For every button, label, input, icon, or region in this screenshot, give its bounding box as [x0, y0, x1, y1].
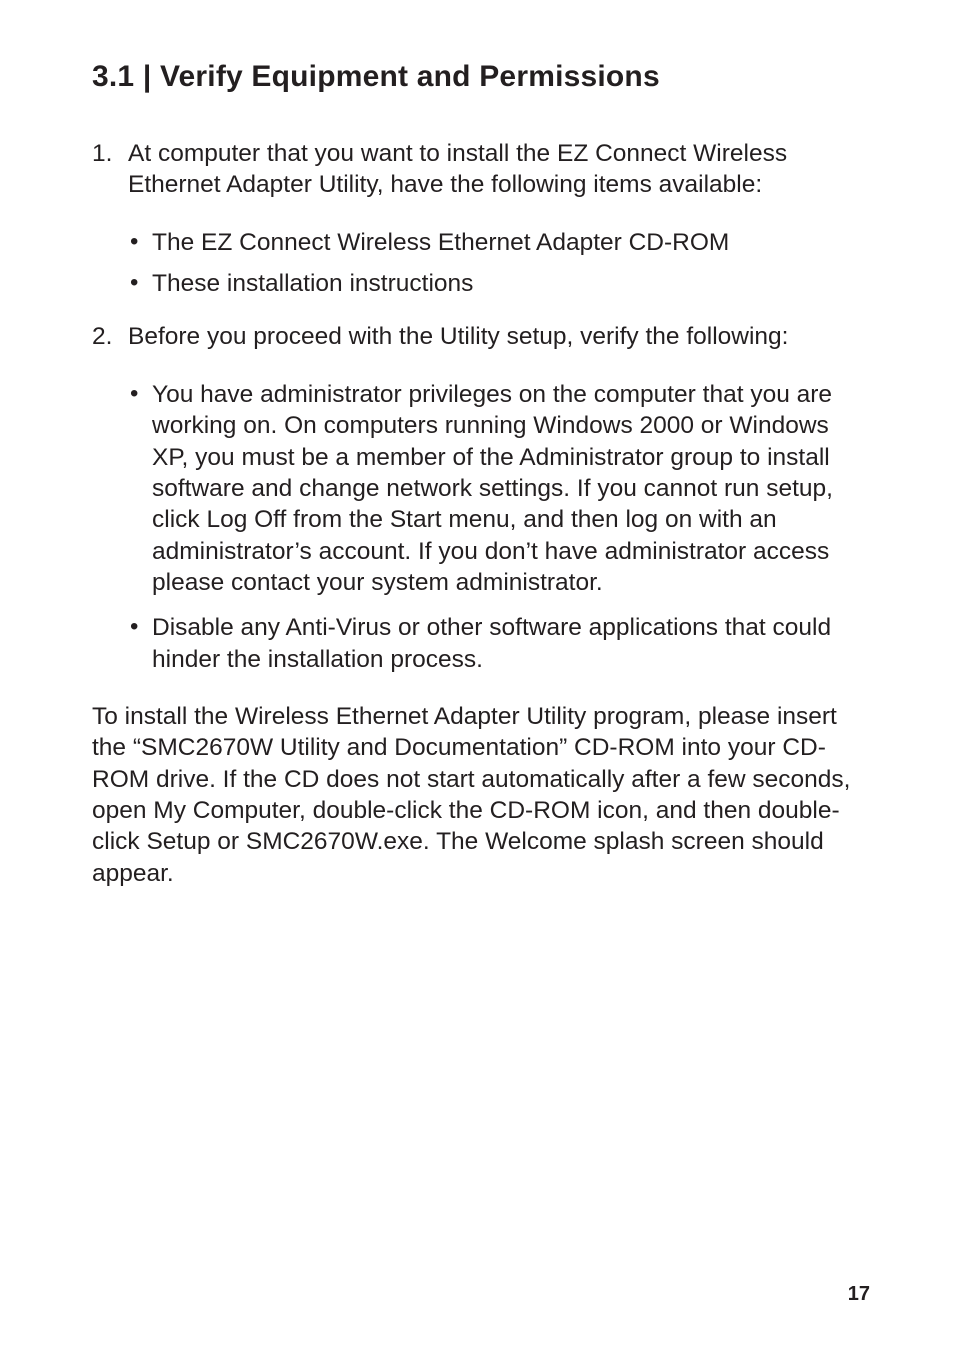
section-heading: 3.1 | Verify Equipment and Permissions — [92, 60, 870, 94]
sub-list: The EZ Connect Wireless Ethernet Adapter… — [128, 227, 870, 300]
page-number: 17 — [848, 1283, 870, 1306]
sub-list: You have administrator privileges on the… — [128, 379, 870, 675]
list-item-text: Before you proceed with the Utility setu… — [128, 323, 788, 350]
list-item: At computer that you want to install the… — [92, 138, 870, 299]
page-content: 3.1 | Verify Equipment and Permissions A… — [0, 0, 954, 889]
list-item-text: At computer that you want to install the… — [128, 140, 787, 198]
list-item: Before you proceed with the Utility setu… — [92, 321, 870, 675]
sub-list-item: These installation instructions — [128, 268, 870, 299]
body-paragraph: To install the Wireless Ethernet Adapter… — [92, 701, 870, 889]
ordered-list: At computer that you want to install the… — [92, 138, 870, 675]
sub-list-item: The EZ Connect Wireless Ethernet Adapter… — [128, 227, 870, 258]
sub-list-item: Disable any Anti-Virus or other software… — [128, 612, 870, 675]
sub-list-item: You have administrator privileges on the… — [128, 379, 870, 599]
